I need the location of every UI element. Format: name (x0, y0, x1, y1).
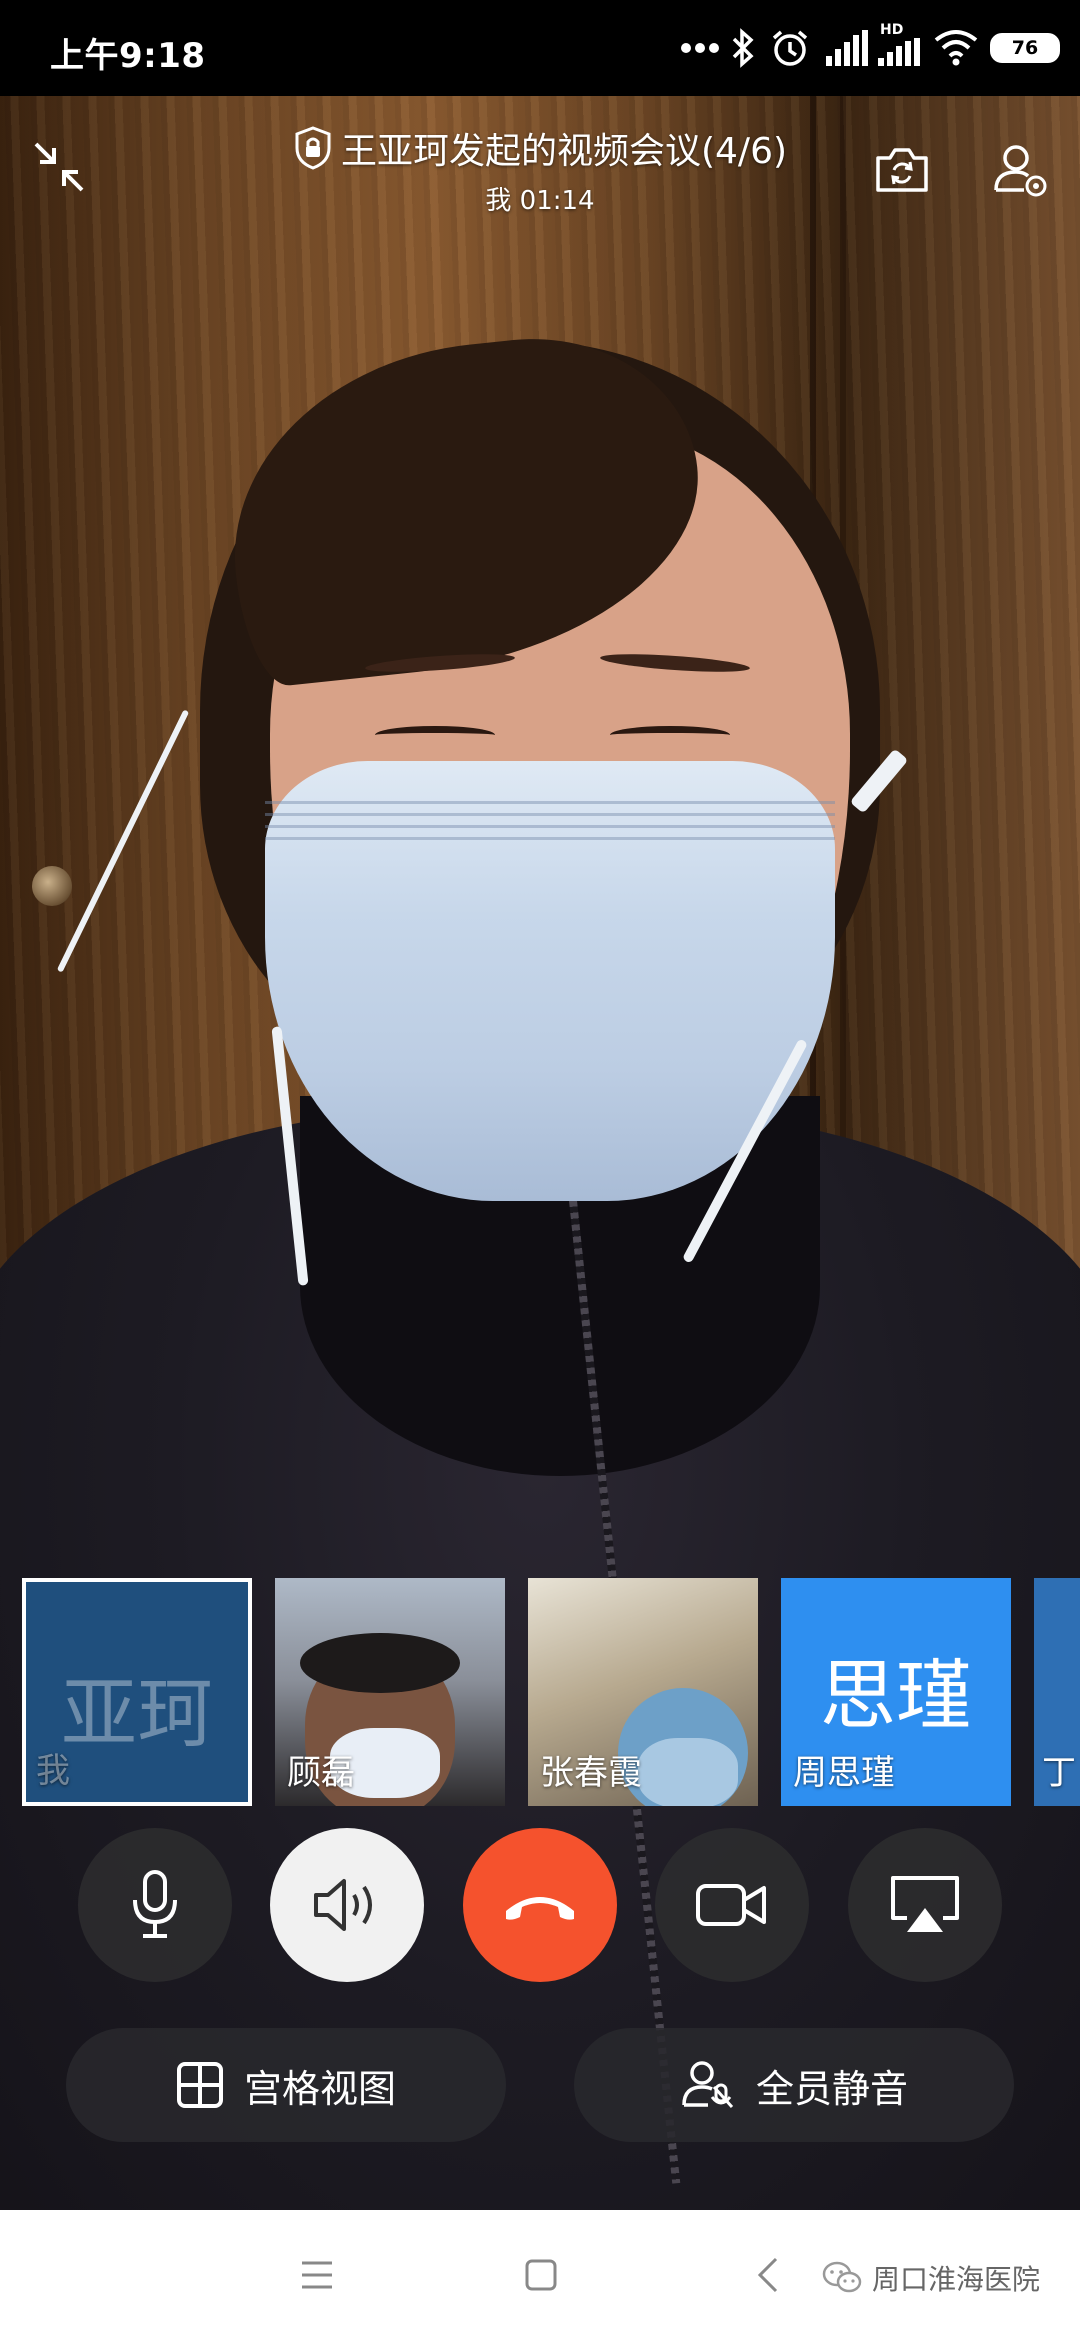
participant-name: 周思瑾 (793, 1753, 895, 1793)
signal-icon (826, 30, 868, 66)
grid-view-label: 宫格视图 (243, 2066, 396, 2111)
eye-right (610, 726, 730, 744)
battery-icon: 76 (990, 33, 1060, 63)
camera-button[interactable] (655, 1828, 809, 1982)
watermark-text: 周口淮海医院 (871, 2263, 1040, 2296)
participant-tile[interactable]: 顾磊 (275, 1578, 505, 1806)
participant-tile[interactable]: 张春霞 (528, 1578, 758, 1806)
participant-name: 顾磊 (287, 1753, 355, 1793)
eye-left (375, 726, 495, 744)
camera-icon (696, 1884, 766, 1926)
meeting-title-row: 王亚珂发起的视频会议(4/6) (293, 122, 787, 174)
hang-up-button[interactable] (463, 1828, 617, 1982)
participant-tile[interactable]: 思瑾 周思瑾 (781, 1578, 1011, 1806)
microphone-button[interactable] (78, 1828, 232, 1982)
screen-share-button[interactable] (848, 1828, 1002, 1982)
participant-tile-self[interactable]: 亚珂 我 (22, 1578, 252, 1806)
system-nav-bar: 周口淮海医院 (0, 2210, 1080, 2340)
add-member-icon[interactable] (990, 140, 1050, 200)
wifi-icon (934, 30, 978, 66)
watermark: 周口淮海医院 (822, 2258, 1040, 2298)
status-icons: HD 76 (660, 0, 1080, 96)
grid-view-button[interactable]: 宫格视图 (66, 2028, 506, 2142)
speaker-button[interactable] (270, 1828, 424, 1982)
participant-name: 我 (36, 1751, 70, 1791)
mute-all-label: 全员静音 (755, 2066, 908, 2111)
hd-badge: HD (880, 22, 904, 38)
home-icon[interactable] (524, 2258, 558, 2292)
meeting-header: 王亚珂发起的视频会议(4/6) 我 01:14 (0, 96, 1080, 226)
status-time: 上午9:18 (50, 36, 206, 76)
speaker-icon (314, 1879, 372, 1931)
participant-tile[interactable]: 丁 (1034, 1578, 1080, 1806)
menu-icon[interactable] (300, 2260, 334, 2290)
screen-share-icon (891, 1876, 959, 1932)
mute-all-button[interactable]: 全员静音 (574, 2028, 1014, 2142)
alarm-icon (772, 30, 808, 66)
mute-all-icon (682, 2061, 734, 2109)
door-knob (32, 866, 72, 906)
meeting-title: 王亚珂发起的视频会议(4/6) (340, 131, 788, 172)
hang-up-icon (506, 1897, 574, 1920)
participant-name: 张春霞 (540, 1753, 642, 1793)
status-bar: 上午9:18 HD 76 (0, 0, 1080, 96)
participant-avatar-text: 思瑾 (820, 1651, 972, 1740)
switch-camera-icon[interactable] (872, 140, 932, 200)
wechat-icon (822, 2261, 862, 2293)
participant-strip[interactable]: 亚珂 我 顾磊 张春霞 思瑾 周思瑾 丁 (0, 1578, 1080, 1806)
battery-level: 76 (1011, 37, 1039, 59)
signal-hd-icon (878, 38, 920, 66)
shield-lock-icon (295, 126, 331, 170)
microphone-icon (133, 1870, 177, 1938)
participant-name: 丁 (1042, 1753, 1076, 1793)
bluetooth-icon (732, 28, 754, 68)
grid-icon (176, 2062, 223, 2108)
back-icon[interactable] (756, 2256, 780, 2294)
more-dots-icon (681, 43, 719, 53)
